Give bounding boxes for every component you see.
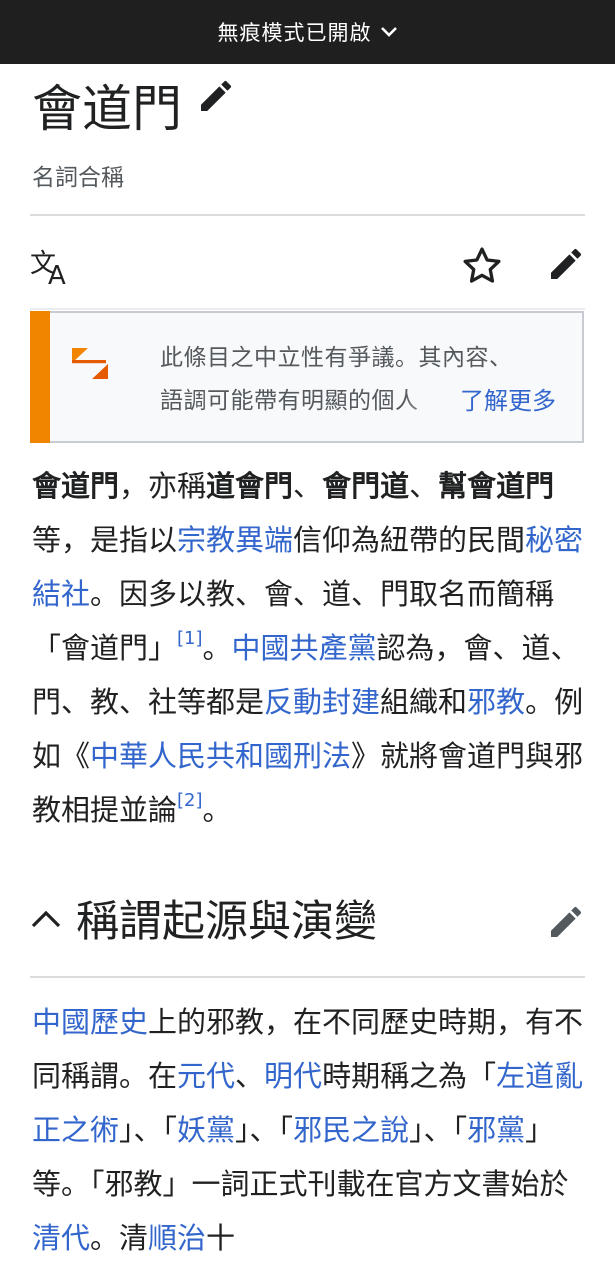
page-title: 會道門 — [32, 80, 182, 138]
divider — [30, 308, 585, 310]
edit-title-pencil-icon[interactable] — [196, 76, 236, 116]
link-yaodang[interactable]: 妖黨 — [177, 1113, 235, 1147]
incognito-label: 無痕模式已開啟 — [217, 21, 372, 45]
scale-dispute-icon — [70, 343, 110, 387]
text: 信仰為紐帶的民間 — [293, 523, 526, 557]
bold-term: 會道門 — [32, 469, 120, 503]
text: ，亦稱 — [119, 469, 207, 503]
link-xiemin[interactable]: 邪民之說 — [293, 1113, 409, 1147]
text: 時期稱之為「 — [322, 1059, 497, 1093]
divider — [30, 214, 585, 216]
link-chinese-history[interactable]: 中國歷史 — [32, 1005, 148, 1039]
text: 。 — [202, 631, 232, 665]
title-row: 會道門 — [32, 74, 236, 144]
link-ming-dynasty[interactable]: 明代 — [264, 1059, 322, 1093]
page-actions-toolbar: 文 A — [30, 240, 586, 292]
neutrality-notice[interactable]: 此條目之中立性有爭議。其內容、 語調可能帶有明顯的個人 了解更多 — [30, 311, 584, 443]
notice-line-2: 語調可能帶有明顯的個人 — [160, 380, 450, 423]
text: 。 — [202, 793, 232, 827]
text: 。清 — [90, 1221, 149, 1255]
notice-line-1: 此條目之中立性有爭議。其內容、 — [160, 345, 513, 371]
link-cult[interactable]: 邪教 — [467, 685, 525, 719]
link-criminal-law[interactable]: 中華人民共和國刑法 — [90, 739, 351, 773]
citation-1[interactable]: [1] — [177, 628, 203, 649]
text: 組織和 — [380, 685, 468, 719]
text: 等，是指以 — [32, 523, 178, 557]
section-header[interactable]: 稱謂起源與演變 — [30, 890, 585, 954]
text: 」、「 — [409, 1113, 468, 1147]
text: 」、「 — [119, 1113, 178, 1147]
watch-star-icon[interactable] — [460, 244, 504, 292]
language-icon[interactable]: 文 A — [30, 244, 74, 292]
chevron-down-icon — [380, 26, 398, 38]
text: 、 — [293, 469, 323, 503]
incognito-banner[interactable]: 無痕模式已開啟 — [0, 0, 615, 64]
link-reactionary-feudal[interactable]: 反動封建 — [264, 685, 380, 719]
bold-term: 會門道 — [322, 469, 410, 503]
link-ccp[interactable]: 中國共產黨 — [232, 631, 377, 665]
link-xiedang[interactable]: 邪黨 — [467, 1113, 525, 1147]
link-qing-dynasty[interactable]: 清代 — [32, 1221, 90, 1255]
page-subtitle: 名詞合稱 — [32, 165, 124, 191]
text: 、 — [235, 1059, 265, 1093]
text: 」、「 — [235, 1113, 294, 1147]
section-paragraph: 中國歷史上的邪教，在不同歷史時期，有不同稱謂。在元代、明代時期稱之為「左道亂正之… — [32, 995, 587, 1265]
notice-accent-bar — [30, 311, 50, 443]
edit-pencil-icon[interactable] — [546, 244, 586, 288]
section-heading: 稱謂起源與演變 — [76, 897, 377, 947]
text: 、 — [409, 469, 439, 503]
svg-text:A: A — [48, 261, 66, 288]
link-shunzhi[interactable]: 順治 — [148, 1221, 206, 1255]
link-yuan-dynasty[interactable]: 元代 — [177, 1059, 235, 1093]
citation-2[interactable]: [2] — [177, 790, 203, 811]
bold-term: 道會門 — [206, 469, 294, 503]
notice-learn-more-link[interactable]: 了解更多 — [460, 381, 556, 416]
bold-term: 幫會道門 — [438, 469, 555, 503]
chevron-up-icon[interactable] — [30, 908, 62, 934]
edit-section-pencil-icon[interactable] — [546, 902, 586, 946]
text: 十 — [206, 1221, 236, 1255]
lead-paragraph: 會道門，亦稱道會門、會門道、幫會道門等，是指以宗教異端信仰為紐帶的民間秘密結社。… — [32, 459, 587, 837]
divider — [30, 976, 585, 978]
link-heresy[interactable]: 宗教異端 — [177, 523, 293, 557]
